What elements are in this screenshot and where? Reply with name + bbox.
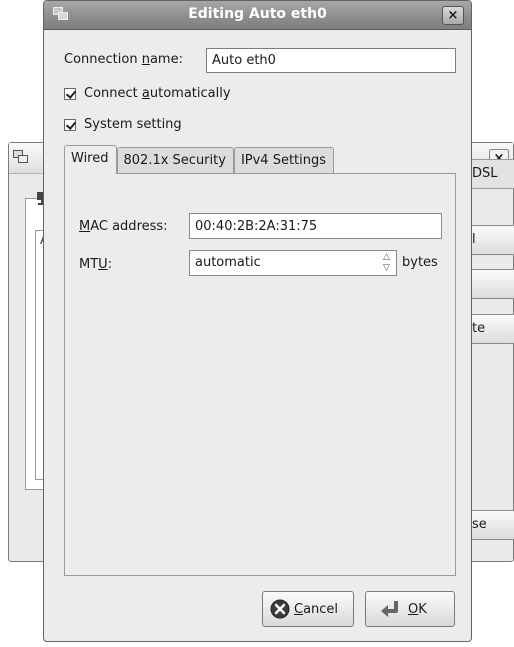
dialog-close-button[interactable]: ×: [442, 6, 464, 25]
settings-tabs: Wired 802.1x Security IPv4 Settings: [64, 145, 335, 174]
connection-name-label: Connection name:: [64, 52, 183, 67]
cancel-button[interactable]: Cancel: [262, 591, 354, 627]
spin-up-icon[interactable]: △: [383, 253, 390, 262]
ok-button[interactable]: OK: [365, 591, 455, 627]
dialog-title: Editing Auto eth0: [188, 6, 327, 22]
system-setting-checkbox[interactable]: System setting: [64, 117, 182, 132]
tab-ipv4-settings[interactable]: IPv4 Settings: [233, 147, 335, 174]
enter-arrow-icon: [376, 598, 404, 620]
mtu-spin-input[interactable]: automatic: [189, 250, 397, 276]
editing-connection-dialog: Editing Auto eth0 × Connection name: Con…: [43, 0, 472, 642]
dialog-titlebar: Editing Auto eth0 ×: [44, 1, 471, 30]
mtu-label: MTU:: [79, 257, 113, 272]
mtu-unit-label: bytes: [402, 255, 438, 270]
ok-button-label: OK: [408, 601, 427, 617]
mac-address-label: MAC address:: [79, 219, 168, 234]
cancel-icon: [270, 599, 290, 619]
connection-name-input[interactable]: [206, 48, 456, 73]
cancel-button-label: Cancel: [294, 601, 339, 617]
network-connections-app-icon: [13, 150, 29, 168]
spin-down-icon[interactable]: ▽: [383, 264, 390, 273]
mtu-spin-buttons[interactable]: △ ▽: [381, 251, 395, 275]
tab-802-1x-security[interactable]: 802.1x Security: [116, 147, 234, 174]
mac-address-input[interactable]: [189, 213, 442, 239]
connect-automatically-check-mark[interactable]: [64, 87, 76, 100]
system-setting-label: System setting: [84, 117, 182, 132]
connect-automatically-checkbox[interactable]: Connect automatically: [64, 86, 231, 101]
system-setting-check-mark[interactable]: [64, 118, 76, 131]
connect-automatically-label: Connect automatically: [84, 86, 231, 101]
tab-wired[interactable]: Wired: [64, 145, 117, 174]
